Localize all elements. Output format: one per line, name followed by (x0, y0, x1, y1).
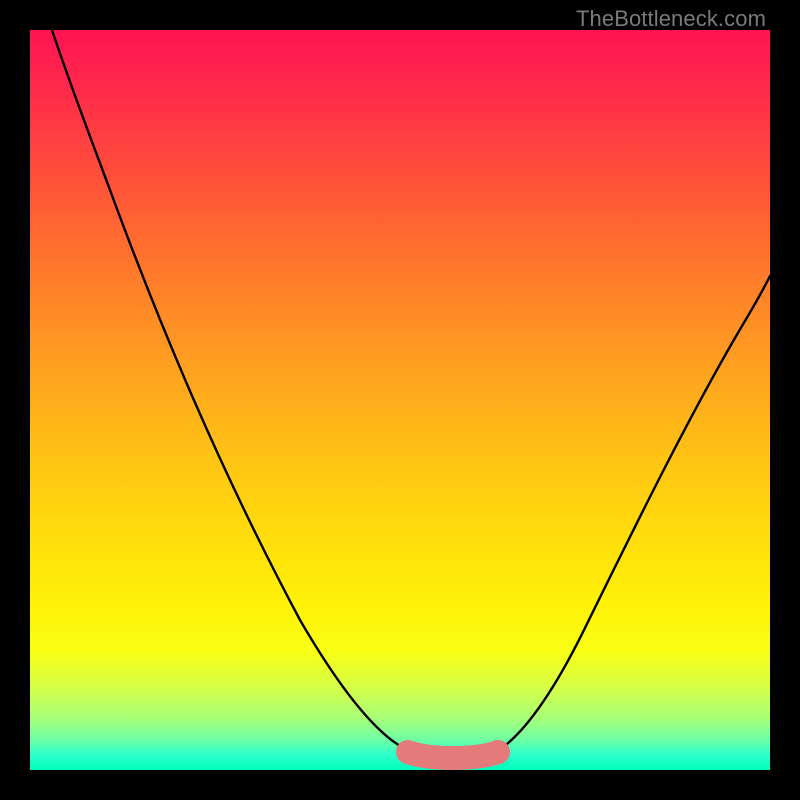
watermark-text: TheBottleneck.com (576, 6, 766, 32)
plot-area (30, 30, 770, 770)
chart-frame: TheBottleneck.com (0, 0, 800, 800)
optimal-band-marker (408, 752, 498, 758)
bottleneck-curve-left (52, 30, 412, 752)
curve-layer (30, 30, 770, 770)
bottleneck-curve-right (496, 276, 770, 752)
